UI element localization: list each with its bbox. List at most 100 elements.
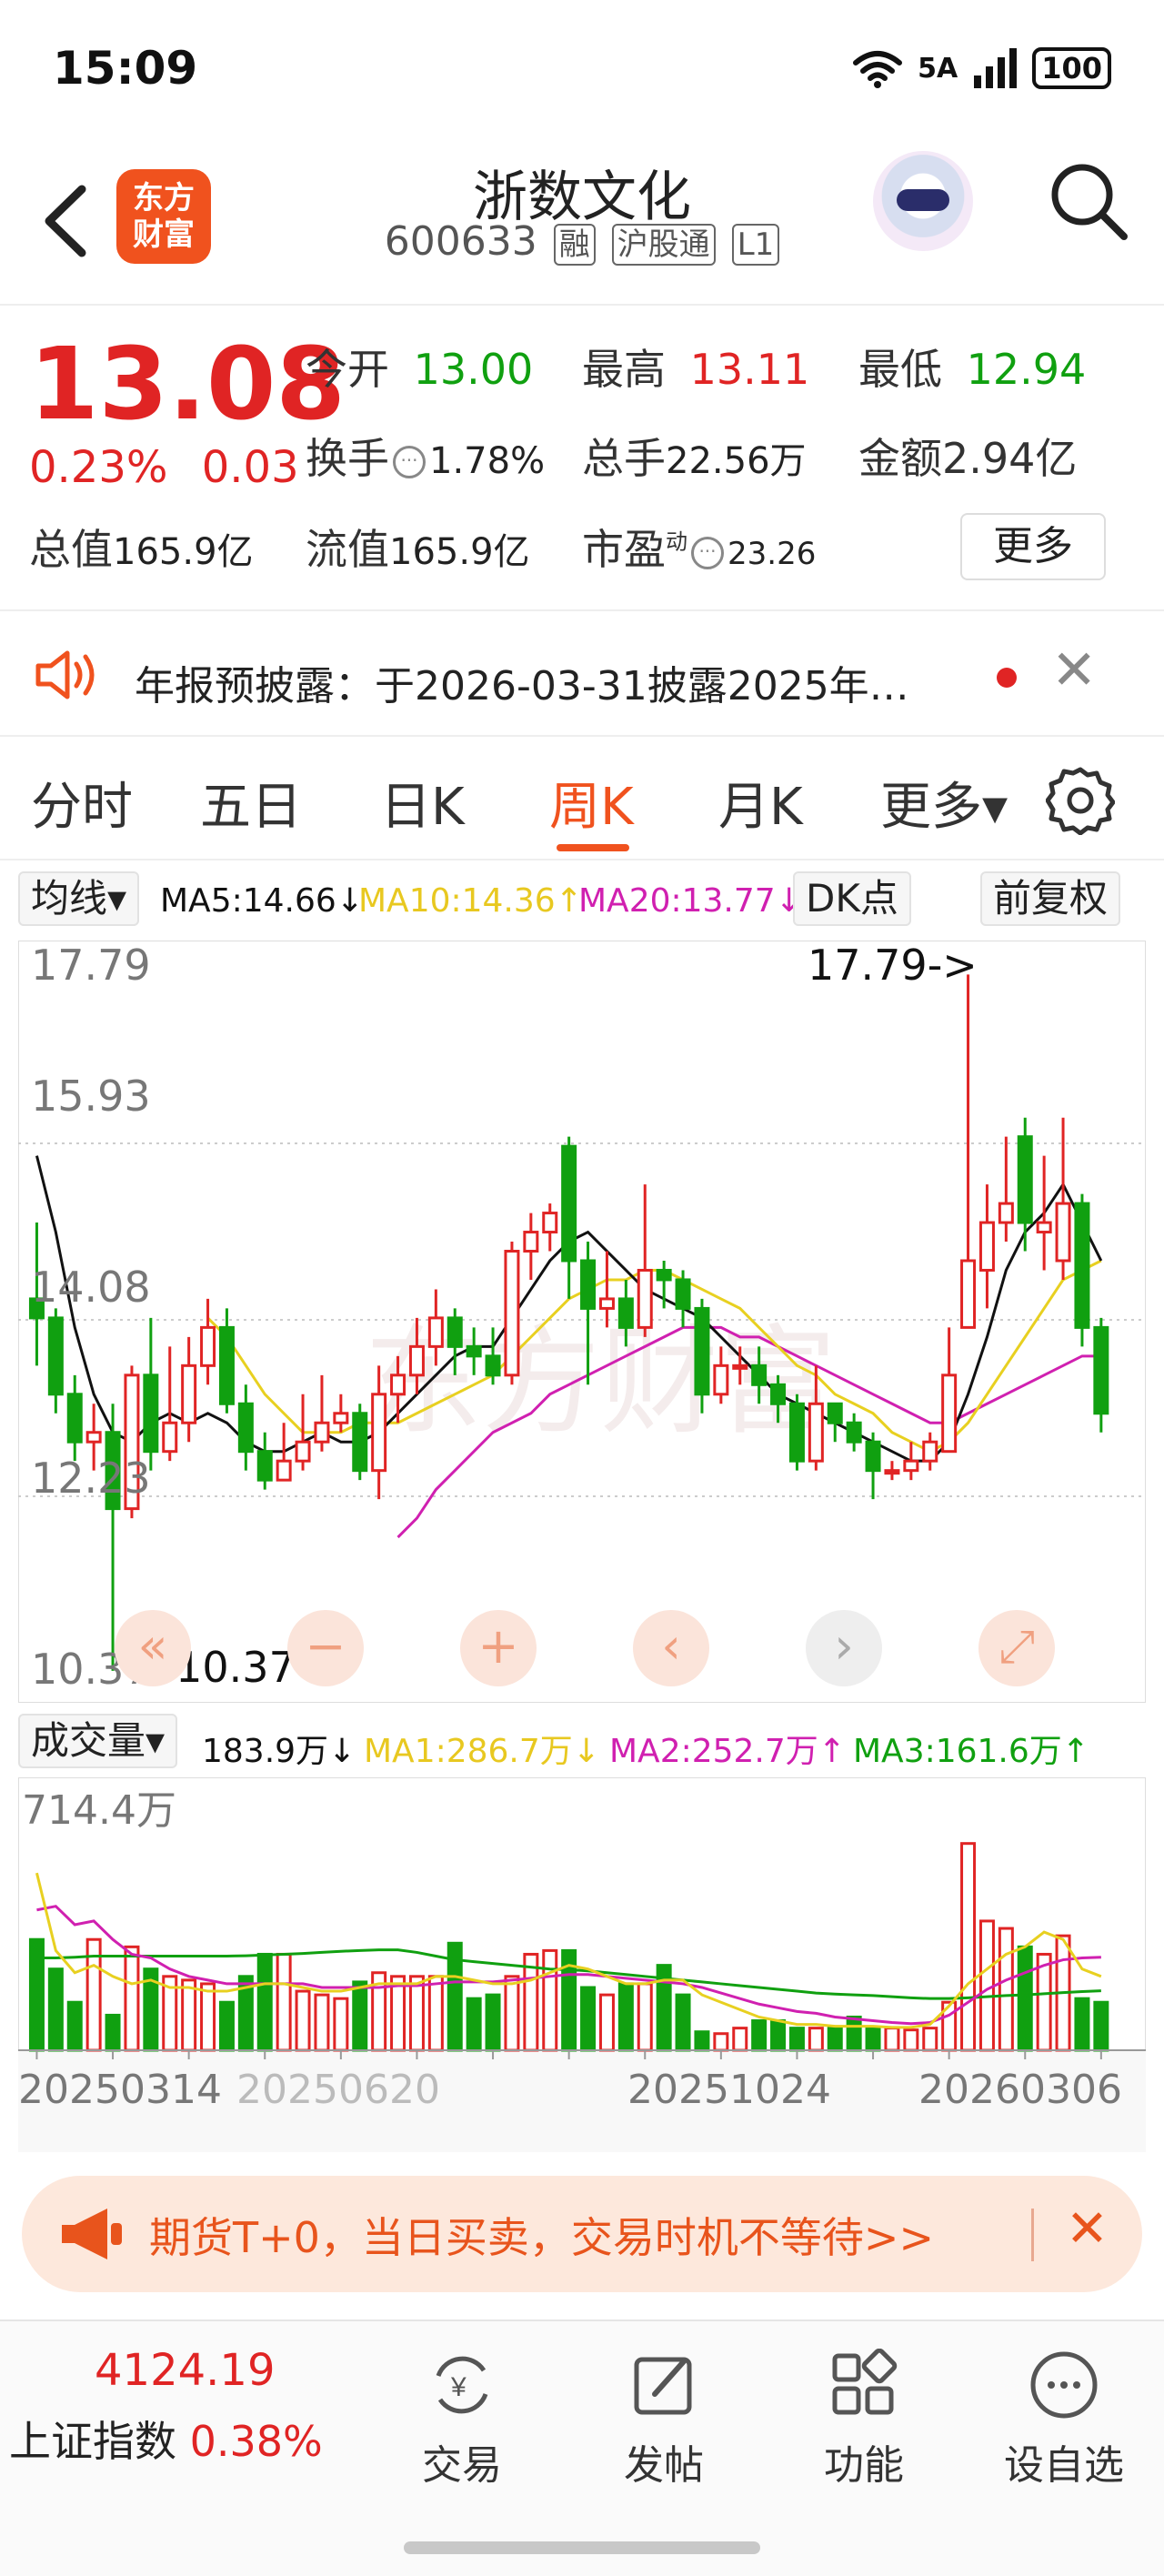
turnover-cell: 换手 ··· 1.78% (306, 434, 546, 483)
current-price: 13.08 (29, 326, 346, 442)
battery-icon: 100 (1032, 47, 1111, 89)
candle (561, 1144, 577, 1263)
tab-more[interactable]: 更多▾ (880, 766, 1008, 840)
price-change: 0.23% 0.03 (29, 442, 299, 493)
notice-text: 年报预披露：于2026-03-31披露2025年… (135, 663, 909, 709)
volume-bar (770, 2019, 787, 2052)
volume-bar (295, 1989, 311, 2052)
candle (218, 1325, 235, 1405)
candle (237, 1402, 254, 1454)
float-cell: 流值165.9亿 (306, 525, 530, 574)
scroll-left-button[interactable]: ‹ (633, 1610, 709, 1686)
amount-value: 2.94亿 (942, 434, 1078, 483)
stock-code-row: 600633 融 沪股通 L1 (0, 218, 1164, 266)
volume-bar (922, 2027, 938, 2052)
volume-bar (218, 2000, 235, 2052)
volume-bar (865, 2027, 881, 2052)
dk-point-button[interactable]: DK点 (793, 871, 911, 926)
volume-bar (200, 1982, 216, 2052)
close-icon[interactable]: ✕ (1051, 639, 1097, 702)
candle (808, 1402, 824, 1463)
gear-icon[interactable] (1046, 766, 1115, 835)
notice-bar[interactable]: 年报预披露：于2026-03-31披露2025年… ✕ (0, 609, 1164, 737)
candle (941, 1374, 958, 1454)
zoom-out-button[interactable]: − (287, 1610, 364, 1686)
zoom-in-button[interactable]: + (460, 1610, 537, 1686)
home-indicator (404, 2541, 760, 2554)
volume-bar (352, 1980, 368, 2052)
volume-bar (998, 1927, 1014, 2052)
candle (466, 1344, 482, 1358)
tab-intraday[interactable]: 分时 (31, 766, 133, 840)
candle (295, 1440, 311, 1463)
candle (675, 1278, 691, 1310)
kline-chart[interactable]: 东方财富 (18, 941, 1146, 1703)
candle (314, 1421, 330, 1444)
scroll-right-button[interactable]: › (806, 1610, 882, 1686)
candle (276, 1459, 292, 1482)
nav-trade[interactable]: ¥ 交易 (398, 2349, 526, 2490)
nav-functions[interactable]: 功能 (800, 2348, 928, 2490)
candle (978, 1221, 995, 1272)
status-icons: 5A 100 (852, 47, 1111, 89)
candle (922, 1440, 938, 1463)
change-pct: 0.23% (29, 442, 168, 493)
ad-banner[interactable]: 期货T+0，当日买卖，交易时机不等待>> ✕ (22, 2176, 1142, 2292)
unread-dot (997, 668, 1017, 688)
candle (66, 1393, 83, 1444)
fullscreen-button[interactable]: ⤢ (978, 1610, 1055, 1686)
close-icon[interactable]: ✕ (1066, 2199, 1109, 2259)
volume-bar (124, 1945, 140, 2052)
tab-five-day[interactable]: 五日 (200, 766, 302, 840)
volume-bar (827, 2027, 843, 2052)
volume-legend-row: 成交量▾ 183.9万↓ MA1:286.7万↓ MA2:252.7万↑ MA3… (0, 1710, 1164, 1774)
scroll-start-button[interactable]: « (115, 1610, 191, 1686)
ad-text: 期货T+0，当日买卖，交易时机不等待>> (149, 2213, 934, 2262)
nav-post[interactable]: 发帖 (600, 2349, 728, 2490)
candle (85, 1431, 102, 1444)
amount-cell: 金额2.94亿 (858, 434, 1078, 483)
candle (694, 1306, 710, 1396)
volume-bar (675, 1993, 691, 2052)
index-value: 4124.19 (95, 2345, 276, 2396)
assistant-avatar[interactable] (873, 151, 973, 251)
signal-icon (974, 48, 1018, 88)
volume-bar (542, 1948, 558, 2052)
candle (884, 1469, 900, 1475)
tab-daily-k[interactable]: 日K (380, 766, 465, 840)
candle (124, 1374, 140, 1511)
candle (542, 1212, 558, 1234)
trade-icon: ¥ (436, 2356, 488, 2414)
volume-bar (1093, 2000, 1109, 2052)
candle (523, 1231, 539, 1253)
high-cell: 最高 13.11 (582, 345, 810, 394)
indicator-select[interactable]: 均线▾ (18, 871, 140, 926)
volume-bar (580, 1986, 597, 2052)
candle (504, 1250, 520, 1377)
candle (1017, 1135, 1033, 1224)
volume-bar (978, 1919, 995, 2052)
tab-weekly-k[interactable]: 周K (549, 766, 634, 840)
volume-bar (66, 2000, 83, 2052)
volume-bar (694, 2030, 710, 2052)
more-button[interactable]: 更多 (960, 513, 1106, 580)
volume-chart[interactable] (18, 1777, 1146, 2152)
volume-bar (314, 1993, 330, 2052)
info-icon[interactable]: ··· (393, 445, 426, 478)
candle (1093, 1325, 1109, 1415)
volume-bar (713, 2032, 729, 2052)
volume-indicator-select[interactable]: 成交量▾ (18, 1714, 178, 1768)
adjust-button[interactable]: 前复权 (980, 871, 1121, 926)
tab-monthly-k[interactable]: 月K (718, 766, 803, 840)
volume-bar (884, 2027, 900, 2052)
active-tab-indicator (557, 844, 629, 851)
volume-cell: 总手22.56万 (582, 434, 807, 483)
candle (713, 1363, 729, 1396)
volume-value: 22.56万 (666, 440, 807, 482)
info-icon[interactable]: ··· (691, 536, 724, 569)
candle (200, 1325, 216, 1367)
search-icon[interactable] (1048, 160, 1129, 242)
candle (598, 1297, 615, 1310)
nav-watchlist[interactable]: 设自选 (1000, 2349, 1128, 2490)
volume-bar (504, 1975, 520, 2052)
